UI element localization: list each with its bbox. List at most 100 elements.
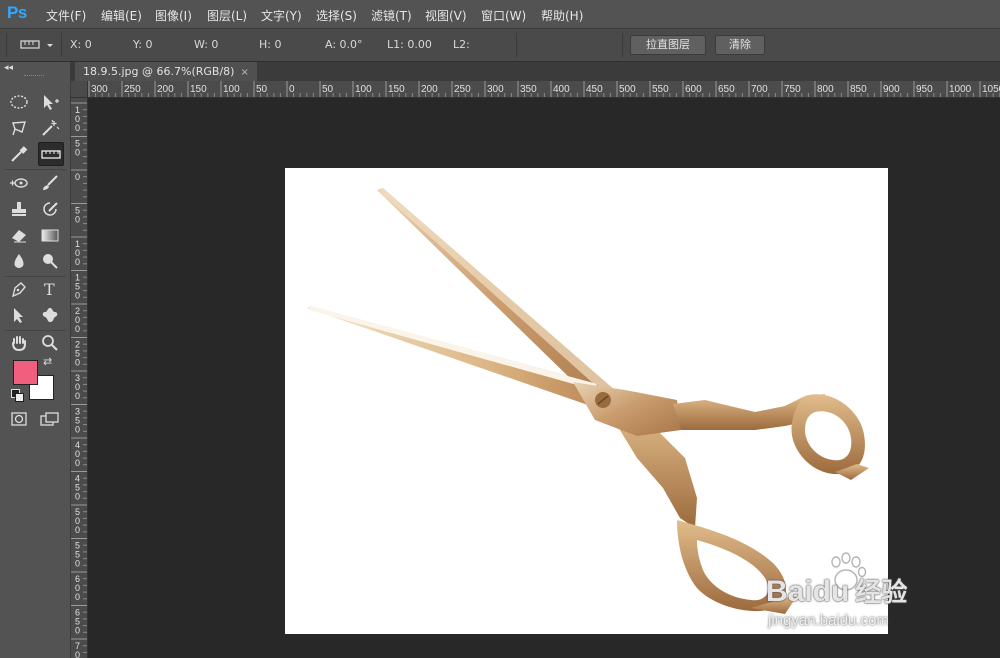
ruler-label: 0 — [75, 559, 80, 569]
ruler-label: 100 — [355, 84, 372, 95]
vertical-ruler[interactable]: 1005005010015020025030035040045050055060… — [71, 97, 88, 658]
ruler-label: 0 — [75, 257, 80, 267]
ruler-label: 750 — [784, 84, 801, 95]
ruler-label: 150 — [388, 84, 405, 95]
y-value: Y: 0 — [133, 38, 153, 51]
ruler-label: 200 — [157, 84, 174, 95]
ellipse-marquee-icon[interactable] — [7, 91, 31, 113]
ruler-label: 800 — [817, 84, 834, 95]
chevron-down-icon — [47, 44, 53, 47]
ruler-label: 900 — [883, 84, 900, 95]
separator — [4, 169, 66, 170]
type-icon[interactable]: T — [38, 278, 62, 300]
collapse-toolbox-icon[interactable]: ◂◂ — [4, 63, 13, 73]
foreground-color-swatch[interactable] — [13, 360, 38, 385]
ruler-label: 0 — [75, 358, 80, 368]
menu-edit[interactable]: 编辑(E) — [101, 7, 142, 24]
brush-icon[interactable] — [38, 172, 62, 194]
menu-filter[interactable]: 滤镜(T) — [371, 7, 412, 24]
close-tab-icon[interactable]: × — [240, 67, 248, 78]
swap-colors-icon[interactable]: ⇄ — [43, 355, 52, 368]
ruler-label: 200 — [421, 84, 438, 95]
ruler-icon[interactable] — [38, 142, 64, 166]
ruler-label: 650 — [718, 84, 735, 95]
ruler-origin[interactable] — [71, 81, 88, 98]
ruler-label: 0 — [75, 172, 80, 182]
separator — [622, 33, 623, 57]
path-selection-icon[interactable] — [7, 304, 31, 326]
magic-wand-icon[interactable] — [38, 117, 62, 139]
clone-stamp-icon[interactable] — [7, 198, 31, 220]
baidu-watermark: Baidu 经验 jingyan.baidu.com — [766, 548, 986, 638]
hand-icon[interactable] — [7, 332, 31, 354]
ruler-label: 0 — [75, 324, 80, 334]
ruler-label: 0 — [75, 626, 80, 636]
ruler-label: 1000 — [949, 84, 972, 95]
vertical-ruler-ticks: 1005005010015020025030035040045050055060… — [71, 102, 87, 658]
zoom-icon[interactable] — [38, 332, 62, 354]
ruler-label: 0 — [75, 148, 80, 158]
spot-healing-icon[interactable] — [7, 172, 31, 194]
tool-preset-picker[interactable] — [20, 37, 56, 53]
ruler-label: 50 — [256, 84, 268, 95]
ruler-label: 0 — [75, 425, 80, 435]
screen-mode-icon[interactable] — [38, 408, 62, 430]
ruler-label: 850 — [850, 84, 867, 95]
menu-image[interactable]: 图像(I) — [155, 7, 192, 24]
menu-help[interactable]: 帮助(H) — [541, 7, 583, 24]
ruler-label: 0 — [75, 650, 80, 658]
ruler-label: 0 — [289, 84, 295, 95]
w-value: W: 0 — [194, 38, 219, 51]
ruler-label: 350 — [520, 84, 537, 95]
eraser-icon[interactable] — [7, 224, 31, 246]
horizontal-ruler[interactable]: 300 250 200 150 100 50 0 50 100 150 200 250 300 350 40… — [71, 81, 1000, 98]
watermark-brand: Baidu 经验 — [766, 572, 907, 609]
menu-layer[interactable]: 图层(L) — [207, 7, 247, 24]
default-colors-icon[interactable] — [11, 389, 24, 402]
dodge-icon[interactable] — [38, 250, 62, 272]
document-tab[interactable]: 18.9.5.jpg @ 66.7%(RGB/8) × — [75, 62, 257, 81]
toolbox: ◂◂ T ⇄ — [0, 62, 71, 658]
ruler-label: 0 — [75, 291, 80, 301]
quick-mask-icon[interactable] — [7, 408, 31, 430]
ruler-label: 100 — [223, 84, 240, 95]
straighten-layer-button[interactable]: 拉直图层 — [630, 35, 706, 55]
blur-icon[interactable] — [7, 250, 31, 272]
pen-icon[interactable] — [7, 278, 31, 300]
eyedropper-icon[interactable] — [7, 143, 31, 165]
separator — [4, 330, 66, 331]
history-brush-icon[interactable] — [38, 198, 62, 220]
ruler-label: 300 — [487, 84, 504, 95]
menu-view[interactable]: 视图(V) — [425, 7, 467, 24]
menu-file[interactable]: 文件(F) — [46, 7, 86, 24]
document-tab-title: 18.9.5.jpg @ 66.7%(RGB/8) — [83, 65, 235, 78]
horizontal-ruler-ticks: 300 250 200 150 100 50 0 50 100 150 200 250 300 350 40… — [88, 81, 1000, 97]
custom-shape-icon[interactable] — [38, 304, 62, 326]
l2-value: L2: — [453, 38, 470, 51]
ruler-icon — [20, 40, 53, 49]
h-value: H: 0 — [259, 38, 282, 51]
ruler-label: 0 — [75, 525, 80, 535]
ruler-label: 0 — [75, 592, 80, 602]
ruler-label: 50 — [322, 84, 334, 95]
watermark-brand-text: Baidu — [766, 575, 850, 608]
ruler-label: 950 — [916, 84, 933, 95]
ruler-label: 0 — [75, 458, 80, 468]
l1-value: L1: 0.00 — [387, 38, 432, 51]
ruler-label: 150 — [190, 84, 207, 95]
menu-select[interactable]: 选择(S) — [316, 7, 357, 24]
separator — [61, 33, 62, 57]
ruler-label: 0 — [75, 215, 80, 225]
ruler-label: 700 — [751, 84, 768, 95]
angle-value: A: 0.0° — [325, 38, 363, 51]
menu-type[interactable]: 文字(Y) — [261, 7, 302, 24]
menu-window[interactable]: 窗口(W) — [481, 7, 526, 24]
options-bar: X: 0 Y: 0 W: 0 H: 0 A: 0.0° L1: 0.00 L2:… — [0, 29, 1000, 62]
ruler-label: 300 — [91, 84, 108, 95]
clear-button[interactable]: 清除 — [715, 35, 765, 55]
gradient-icon[interactable] — [38, 224, 62, 246]
ruler-label: 0 — [75, 123, 80, 133]
ruler-label: 500 — [619, 84, 636, 95]
move-icon[interactable] — [38, 91, 62, 113]
lasso-icon[interactable] — [7, 117, 31, 139]
